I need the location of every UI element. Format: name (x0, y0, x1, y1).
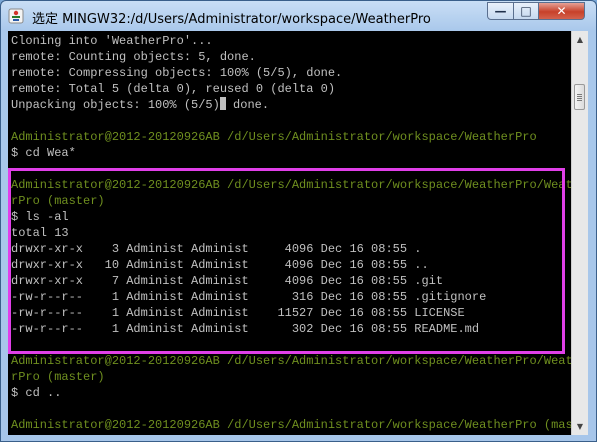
output-line: Unpacking objects: 100% (5/5) done. (11, 97, 269, 113)
grip-line (577, 98, 582, 99)
grip-line (577, 94, 582, 95)
scrollbar-thumb[interactable] (574, 84, 585, 110)
minimize-icon: — (494, 4, 507, 18)
command-line: $ cd Wea* (11, 146, 76, 160)
terminal-output[interactable]: Cloning into 'WeatherPro'... remote: Cou… (8, 31, 571, 435)
title-bar[interactable]: 选定 MINGW32:/d/Users/Administrator/worksp… (1, 1, 596, 31)
maximize-icon: □ (520, 4, 532, 18)
highlight-annotation-box (8, 168, 565, 354)
prompt-line: Administrator@2012-20120926AB /d/Users/A… (11, 130, 537, 144)
terminal-window: 选定 MINGW32:/d/Users/Administrator/worksp… (0, 0, 597, 442)
vertical-scrollbar[interactable]: ▲ ▼ (571, 31, 588, 435)
command-line: $ cd .. (11, 386, 62, 400)
mingw-app-icon[interactable] (8, 8, 24, 24)
close-button[interactable]: ✕ (538, 2, 585, 20)
prompt-line: Administrator@2012-20120926AB /d/Users/A… (11, 418, 571, 432)
scroll-up-arrow-icon[interactable]: ▲ (572, 31, 588, 48)
scroll-down-arrow-icon[interactable]: ▼ (572, 418, 588, 435)
output-line: remote: Counting objects: 5, done. (11, 50, 256, 64)
close-icon: ✕ (556, 4, 567, 18)
maximize-button[interactable]: □ (513, 2, 539, 20)
minimize-button[interactable]: — (487, 2, 514, 20)
prompt-line: rPro (master) (11, 370, 105, 384)
output-line: remote: Total 5 (delta 0), reused 0 (del… (11, 82, 336, 96)
unpacking-tail: done. (225, 98, 270, 112)
prompt-line: Administrator@2012-20120926AB /d/Users/A… (11, 354, 571, 368)
output-line: remote: Compressing objects: 100% (5/5),… (11, 66, 343, 80)
grip-line (577, 96, 582, 97)
grip-line (577, 100, 582, 101)
unpacking-text: Unpacking objects: 100% (5/5) (11, 98, 220, 112)
window-title: 选定 MINGW32:/d/Users/Administrator/worksp… (32, 12, 431, 27)
output-line: Cloning into 'WeatherPro'... (11, 34, 213, 48)
